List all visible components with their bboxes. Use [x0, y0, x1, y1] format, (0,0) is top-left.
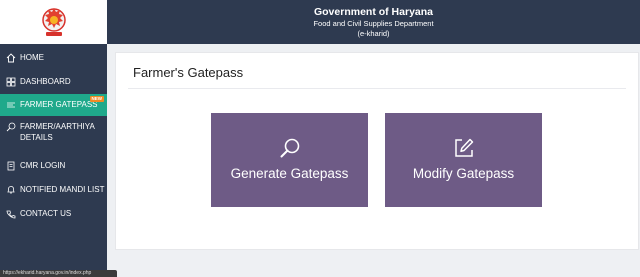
sidebar-item-label-line1: FARMER/AARTHIYA: [20, 122, 95, 131]
sidebar-item-farmer-gatepass[interactable]: FARMER GATEPASS NEW: [0, 94, 107, 116]
sidebar-item-cmr-login[interactable]: CMR LOGIN: [0, 154, 107, 178]
generate-gatepass-label: Generate Gatepass: [230, 166, 349, 181]
sidebar-item-label: CONTACT US: [20, 209, 72, 218]
sidebar-item-label: CMR LOGIN: [20, 161, 66, 170]
sidebar-item-label: DASHBOARD: [20, 77, 71, 86]
search-icon: [6, 121, 16, 132]
sidebar-item-label-line2: DETAILS: [20, 133, 53, 142]
header-department: Food and Civil Supplies Department: [313, 19, 434, 28]
edit-icon: [385, 137, 542, 159]
header-subtitle: (e-kharid): [357, 29, 390, 38]
document-icon: [6, 160, 16, 171]
header-title: Government of Haryana: [313, 6, 434, 18]
sidebar-item-farmer-aarthiya-details[interactable]: FARMER/AARTHIYA DETAILS: [0, 116, 107, 154]
home-icon: [6, 52, 16, 63]
phone-icon: [6, 208, 16, 219]
sidebar-nav: HOME DASHBOARD FARMER GATEPASS NEW FARME…: [0, 44, 107, 226]
sidebar-item-label: FARMER GATEPASS: [20, 100, 98, 109]
gatepass-card: Farmer's Gatepass Generate Gatepass Modi…: [115, 52, 639, 250]
sidebar-item-label: NOTIFIED MANDI LIST: [20, 185, 105, 194]
sidebar-item-notified-mandi-list[interactable]: NOTIFIED MANDI LIST: [0, 178, 107, 202]
sidebar-item-label: FARMER/AARTHIYA DETAILS: [20, 121, 95, 143]
search-icon: [211, 137, 368, 159]
gatepass-icon: [6, 99, 16, 110]
page-title: Farmer's Gatepass: [133, 65, 244, 80]
modify-gatepass-button[interactable]: Modify Gatepass: [385, 113, 542, 207]
sidebar-item-contact-us[interactable]: CONTACT US: [0, 202, 107, 226]
sidebar-item-label: HOME: [20, 53, 44, 62]
modify-gatepass-label: Modify Gatepass: [412, 166, 515, 181]
emblem-icon: [41, 8, 66, 36]
sidebar-item-home[interactable]: HOME: [0, 44, 107, 70]
page-header: Government of Haryana Food and Civil Sup…: [107, 0, 640, 44]
sidebar: HOME DASHBOARD FARMER GATEPASS NEW FARME…: [0, 0, 107, 277]
status-bar-url: https://ekharid.haryana.gov.in/index.php: [0, 270, 117, 277]
sidebar-item-dashboard[interactable]: DASHBOARD: [0, 70, 107, 94]
bell-icon: [6, 184, 16, 195]
new-badge: NEW: [89, 96, 104, 102]
generate-gatepass-button[interactable]: Generate Gatepass: [211, 113, 368, 207]
haryana-emblem-logo[interactable]: [0, 0, 107, 44]
card-divider: [128, 88, 626, 89]
dashboard-icon: [6, 76, 16, 87]
